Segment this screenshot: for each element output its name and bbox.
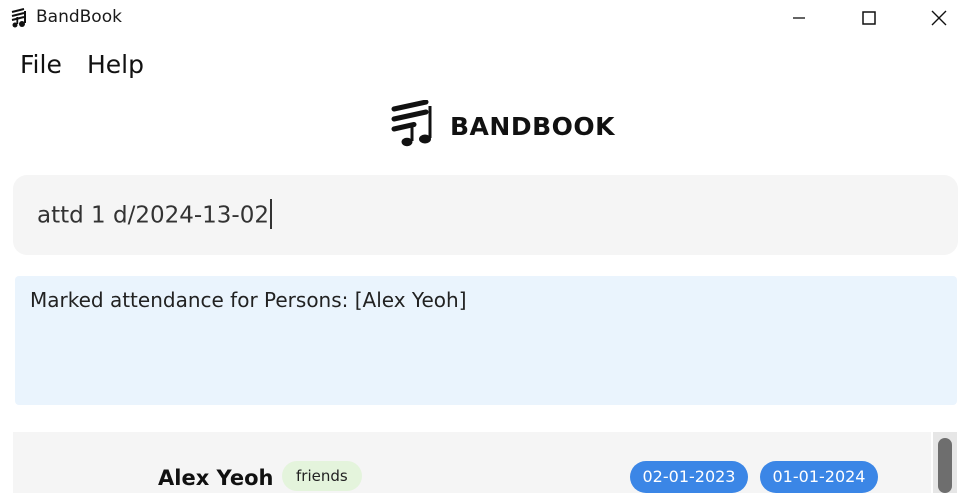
result-display: Marked attendance for Persons: [Alex Yeo…	[15, 276, 957, 405]
close-button[interactable]	[916, 0, 962, 36]
window-title: BandBook	[36, 7, 122, 27]
person-list: Alex Yeoh friends 02-01-2023 01-01-2024	[13, 432, 931, 493]
bandbook-logo-icon	[390, 99, 438, 152]
command-input[interactable]: attd 1 d/2024-13-02	[13, 175, 958, 255]
attendance-date-badge: 02-01-2023	[630, 461, 748, 493]
bandbook-app-icon	[10, 8, 30, 28]
menu-help[interactable]: Help	[87, 50, 144, 79]
minimize-button[interactable]	[776, 0, 822, 36]
bandbook-logo: BANDBOOK	[390, 99, 616, 152]
menu-file[interactable]: File	[20, 50, 62, 79]
maximize-button[interactable]	[846, 0, 892, 36]
command-input-text: attd 1 d/2024-13-02	[37, 199, 272, 231]
attendance-date-badge: 01-01-2024	[760, 461, 878, 493]
scrollbar-thumb[interactable]	[938, 438, 952, 493]
window-titlebar: BandBook	[0, 0, 965, 40]
menu-bar: File Help	[0, 40, 965, 92]
bandbook-logo-text: BANDBOOK	[450, 111, 616, 141]
text-cursor	[270, 199, 272, 229]
person-name: Alex Yeoh	[158, 466, 274, 490]
person-tag: friends	[282, 461, 362, 491]
result-message: Marked attendance for Persons: [Alex Yeo…	[30, 288, 467, 312]
person-list-scrollbar[interactable]	[933, 432, 957, 493]
